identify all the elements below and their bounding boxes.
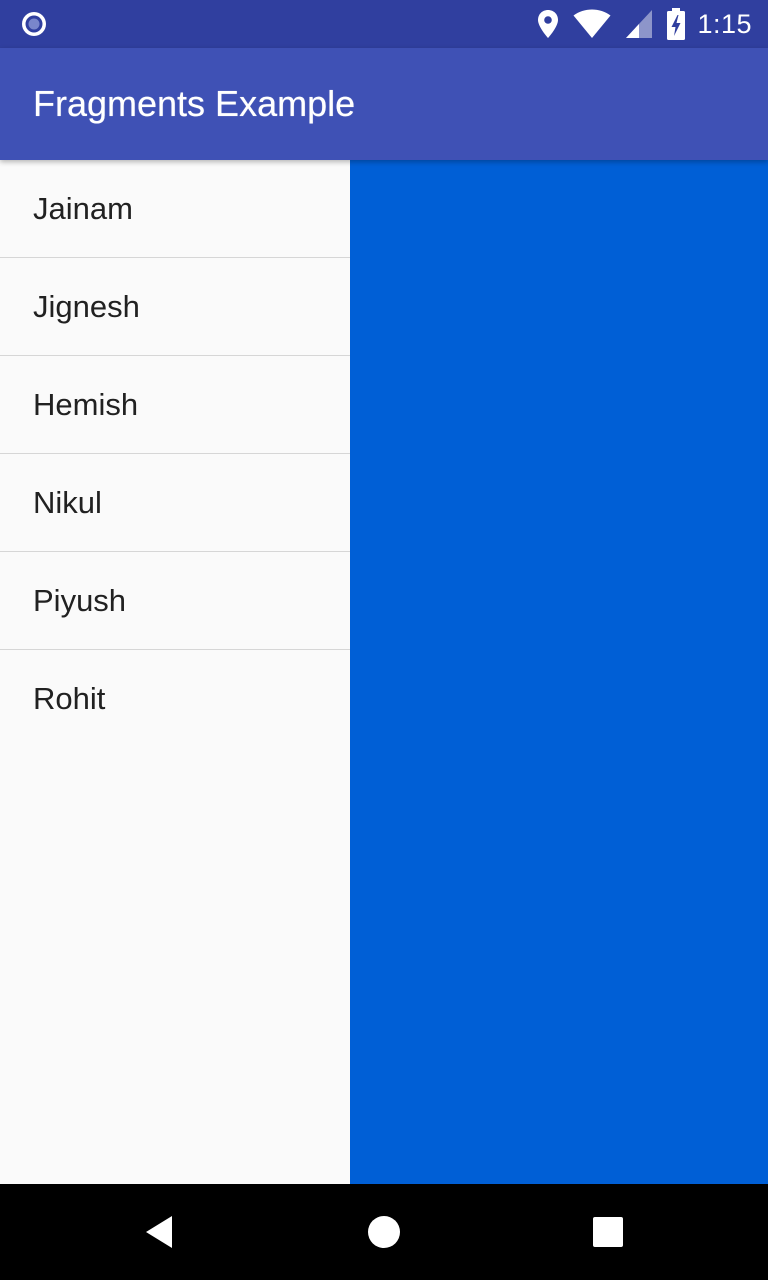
app-title: Fragments Example [33,83,356,124]
status-bar: 1:15 [0,0,768,48]
names-list: Jainam Jignesh Hemish Nikul Piyush Rohit [0,160,350,747]
list-item-nikul[interactable]: Nikul [0,454,350,552]
home-icon [368,1216,400,1248]
navigation-bar [0,1184,768,1280]
status-icons: 1:15 [537,0,752,48]
list-item-jainam[interactable]: Jainam [0,160,350,258]
location-pin-icon [538,10,559,38]
battery-charging-icon [667,8,686,40]
app-bar: Fragments Example [0,48,768,160]
back-icon [146,1216,172,1248]
notification-circle-icon [22,12,46,36]
list-item-piyush[interactable]: Piyush [0,552,350,650]
status-time: 1:15 [697,8,752,39]
list-item-jignesh[interactable]: Jignesh [0,258,350,356]
detail-fragment [350,160,768,1184]
home-button[interactable] [360,1208,408,1256]
cell-signal-icon [626,10,653,38]
list-fragment: Jainam Jignesh Hemish Nikul Piyush Rohit [0,160,350,1184]
recents-icon [593,1217,623,1247]
app-screen: 1:15 Fragments Example Jainam Jignesh He… [0,0,768,1280]
list-item-hemish[interactable]: Hemish [0,356,350,454]
back-button[interactable] [136,1208,184,1256]
list-item-rohit[interactable]: Rohit [0,650,350,747]
recents-button[interactable] [584,1208,632,1256]
wifi-icon [573,9,611,38]
